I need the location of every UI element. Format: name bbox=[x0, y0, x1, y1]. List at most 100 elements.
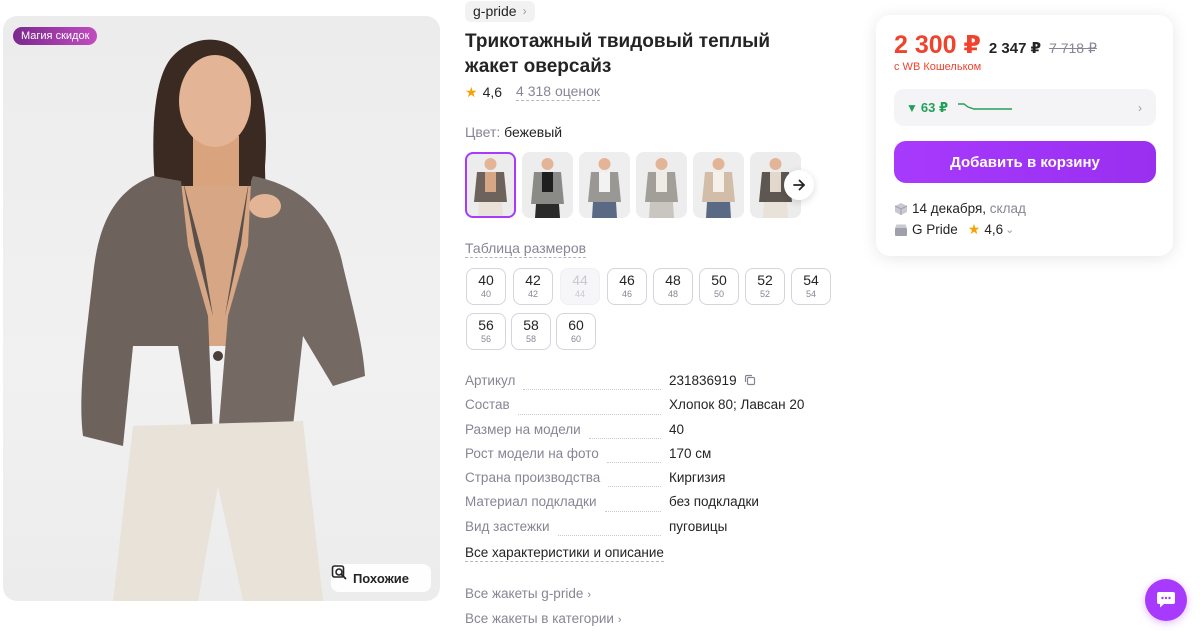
size-eu: 60 bbox=[570, 334, 581, 344]
size-option[interactable]: 42 42 bbox=[513, 268, 553, 305]
size-eu: 56 bbox=[480, 334, 491, 344]
all-specs-link[interactable]: Все характеристики и описание bbox=[465, 545, 664, 562]
size-ru: 56 bbox=[478, 317, 494, 333]
rating-row: ★ 4,6 4 318 оценок bbox=[465, 83, 601, 101]
shop-icon bbox=[895, 224, 907, 236]
similar-button[interactable]: Похожие bbox=[331, 564, 431, 592]
spec-value: пуговицы bbox=[669, 518, 728, 534]
size-ru: 48 bbox=[665, 272, 681, 288]
brand-category-link[interactable]: Все жакеты g-pride › bbox=[465, 586, 591, 601]
thumbnail-2[interactable] bbox=[522, 152, 573, 218]
spec-value: 170 см bbox=[669, 445, 712, 461]
delivery-info: 14 декабря, склад bbox=[894, 201, 1026, 216]
delivery-date: 14 декабря, bbox=[912, 201, 987, 216]
size-ru: 58 bbox=[523, 317, 539, 333]
thumbnail-image bbox=[693, 152, 744, 218]
price-line: 2 300 ₽ 2 347 ₽ 7 718 ₽ bbox=[894, 30, 1097, 60]
thumbnail-5[interactable] bbox=[693, 152, 744, 218]
seller-info[interactable]: G Pride ★ 4,6 ⌄ bbox=[894, 221, 1014, 238]
chevron-right-icon: › bbox=[522, 4, 527, 18]
thumbnail-image bbox=[636, 152, 687, 218]
similar-button-label: Похожие bbox=[352, 570, 410, 586]
size-eu: 50 bbox=[713, 289, 724, 299]
size-ru: 52 bbox=[757, 272, 773, 288]
star-icon: ★ bbox=[967, 221, 981, 237]
rating-value: 4,6 bbox=[482, 84, 503, 100]
size-ru: 60 bbox=[568, 317, 584, 333]
chat-button[interactable] bbox=[1145, 579, 1187, 621]
search-similar-icon bbox=[331, 565, 347, 580]
spec-row-composition: Состав Хлопок 80; Лавсан 20 bbox=[465, 397, 825, 421]
product-main-photo[interactable]: Магия скидок Похожие bbox=[3, 16, 440, 601]
size-table-link[interactable]: Таблица размеров bbox=[465, 240, 587, 258]
copy-icon[interactable] bbox=[744, 374, 756, 386]
color-label: Цвет: bbox=[465, 124, 501, 140]
size-option[interactable]: 46 46 bbox=[607, 268, 647, 305]
current-price: 2 347 ₽ bbox=[988, 40, 1042, 57]
size-option-unavailable: 44 44 bbox=[560, 268, 600, 305]
size-option[interactable]: 58 58 bbox=[511, 313, 551, 350]
thumbnail-3[interactable] bbox=[579, 152, 630, 218]
box-icon bbox=[894, 202, 908, 215]
size-eu: 54 bbox=[805, 289, 816, 299]
size-eu: 42 bbox=[527, 289, 538, 299]
spec-value: Хлопок 80; Лавсан 20 bbox=[669, 397, 805, 413]
wallet-price: 2 300 ₽ bbox=[894, 31, 981, 59]
size-option[interactable]: 48 48 bbox=[653, 268, 693, 305]
size-eu: 40 bbox=[480, 289, 491, 299]
seller-rating: 4,6 bbox=[984, 222, 1004, 237]
reviews-link[interactable]: 4 318 оценок bbox=[516, 83, 601, 101]
spec-row-country: Страна производства Киргизия bbox=[465, 470, 825, 494]
price-history-button[interactable]: ▼ 63 ₽ › bbox=[894, 89, 1156, 126]
spec-key: Вид застежки bbox=[465, 518, 550, 534]
spec-key: Страна производства bbox=[465, 470, 601, 486]
size-eu: 48 bbox=[667, 289, 678, 299]
color-thumbnails bbox=[465, 152, 801, 218]
chat-icon bbox=[1157, 592, 1175, 608]
size-option[interactable]: 56 56 bbox=[466, 313, 506, 350]
spec-value: 40 bbox=[669, 421, 685, 437]
size-option[interactable]: 40 40 bbox=[466, 268, 506, 305]
thumbnails-next-button[interactable] bbox=[784, 170, 814, 200]
spec-row-fastener: Вид застежки пуговицы bbox=[465, 519, 825, 543]
thumbnail-1[interactable] bbox=[465, 152, 516, 218]
size-option[interactable]: 54 54 bbox=[791, 268, 831, 305]
promo-badge: Магия скидок bbox=[13, 27, 98, 45]
thumbnail-image bbox=[522, 152, 573, 218]
category-link[interactable]: Все жакеты в категории › bbox=[465, 611, 622, 626]
spec-value[interactable]: 231836919 bbox=[669, 373, 737, 388]
spec-row-lining: Материал подкладки без подкладки bbox=[465, 494, 825, 518]
spec-key: Рост модели на фото bbox=[465, 445, 599, 461]
thumbnail-4[interactable] bbox=[636, 152, 687, 218]
size-eu: 44 bbox=[574, 289, 585, 299]
thumbnail-image bbox=[579, 152, 630, 218]
spec-row-model-height: Рост модели на фото 170 см bbox=[465, 446, 825, 470]
delivery-from: склад bbox=[989, 201, 1026, 216]
size-ru: 42 bbox=[525, 272, 541, 288]
add-to-cart-button[interactable]: Добавить в корзину bbox=[894, 141, 1156, 183]
size-option[interactable]: 60 60 bbox=[556, 313, 596, 350]
old-price: 7 718 ₽ bbox=[1049, 40, 1097, 56]
chevron-right-icon: › bbox=[617, 614, 622, 626]
wallet-note: с WB Кошельком bbox=[894, 61, 982, 73]
spec-key: Размер на модели bbox=[465, 421, 581, 437]
model-photo-illustration bbox=[81, 39, 365, 601]
size-eu: 58 bbox=[525, 334, 536, 344]
spec-row-model-size: Размер на модели 40 bbox=[465, 422, 825, 446]
price-down-icon: ▼ bbox=[906, 100, 918, 115]
brand-name: g-pride bbox=[473, 3, 517, 19]
size-option[interactable]: 52 52 bbox=[745, 268, 785, 305]
chevron-down-icon: ⌄ bbox=[1005, 224, 1015, 236]
product-title: Трикотажный твидовый теплый жакет оверса… bbox=[465, 31, 771, 77]
size-ru: 40 bbox=[478, 272, 494, 288]
spec-row-article: Артикул 231836919 bbox=[465, 373, 825, 397]
size-ru: 54 bbox=[803, 272, 819, 288]
size-option[interactable]: 50 50 bbox=[699, 268, 739, 305]
arrow-right-icon bbox=[793, 179, 805, 191]
star-icon: ★ bbox=[465, 83, 478, 100]
chevron-right-icon: › bbox=[587, 589, 592, 601]
spec-key: Артикул bbox=[465, 373, 516, 388]
category-label: Все жакеты в категории bbox=[465, 611, 614, 626]
spec-value: без подкладки bbox=[669, 494, 759, 510]
brand-link[interactable]: g-pride › bbox=[465, 1, 535, 22]
